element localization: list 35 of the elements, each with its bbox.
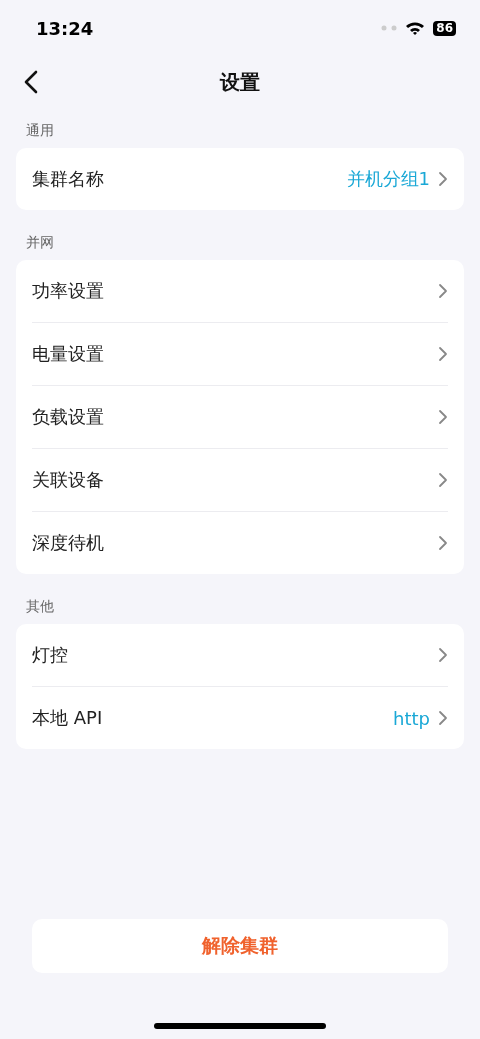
page-title: 设置 [220,68,260,96]
row-label: 关联设备 [32,468,104,492]
settings-row[interactable]: 灯控 [32,624,448,686]
row-label: 深度待机 [32,531,104,555]
chevron-right-icon [438,346,448,362]
chevron-right-icon [438,472,448,488]
settings-row[interactable]: 集群名称 并机分组1 [32,148,448,210]
settings-row[interactable]: 功率设置 [32,260,448,322]
settings-row[interactable]: 关联设备 [32,448,448,511]
chevron-right-icon [438,409,448,425]
settings-row[interactable]: 深度待机 [32,511,448,574]
chevron-right-icon [438,171,448,187]
row-value: 并机分组1 [346,167,430,191]
chevron-right-icon [438,710,448,726]
chevron-right-icon [438,535,448,551]
status-time: 13:24 [36,17,94,39]
chevron-right-icon [438,283,448,299]
section-title: 其他 [25,597,55,616]
settings-row[interactable]: 本地 API http [32,686,448,749]
settings-row[interactable]: 电量设置 [32,322,448,385]
row-value: http [393,707,430,729]
row-label: 灯控 [32,643,68,667]
section-title: 并网 [25,233,55,252]
chevron-right-icon [438,647,448,663]
wifi-icon [405,21,426,35]
battery-level: 86 [433,20,456,36]
settings-row[interactable]: 负载设置 [32,385,448,448]
row-label: 集群名称 [32,167,104,191]
row-label: 本地 API [32,706,103,730]
row-label: 电量设置 [32,342,104,366]
section-title: 通用 [25,121,55,140]
row-label: 功率设置 [32,279,104,303]
signal-dots-icon [381,25,398,31]
back-button[interactable] [22,68,40,96]
row-label: 负载设置 [32,405,104,429]
